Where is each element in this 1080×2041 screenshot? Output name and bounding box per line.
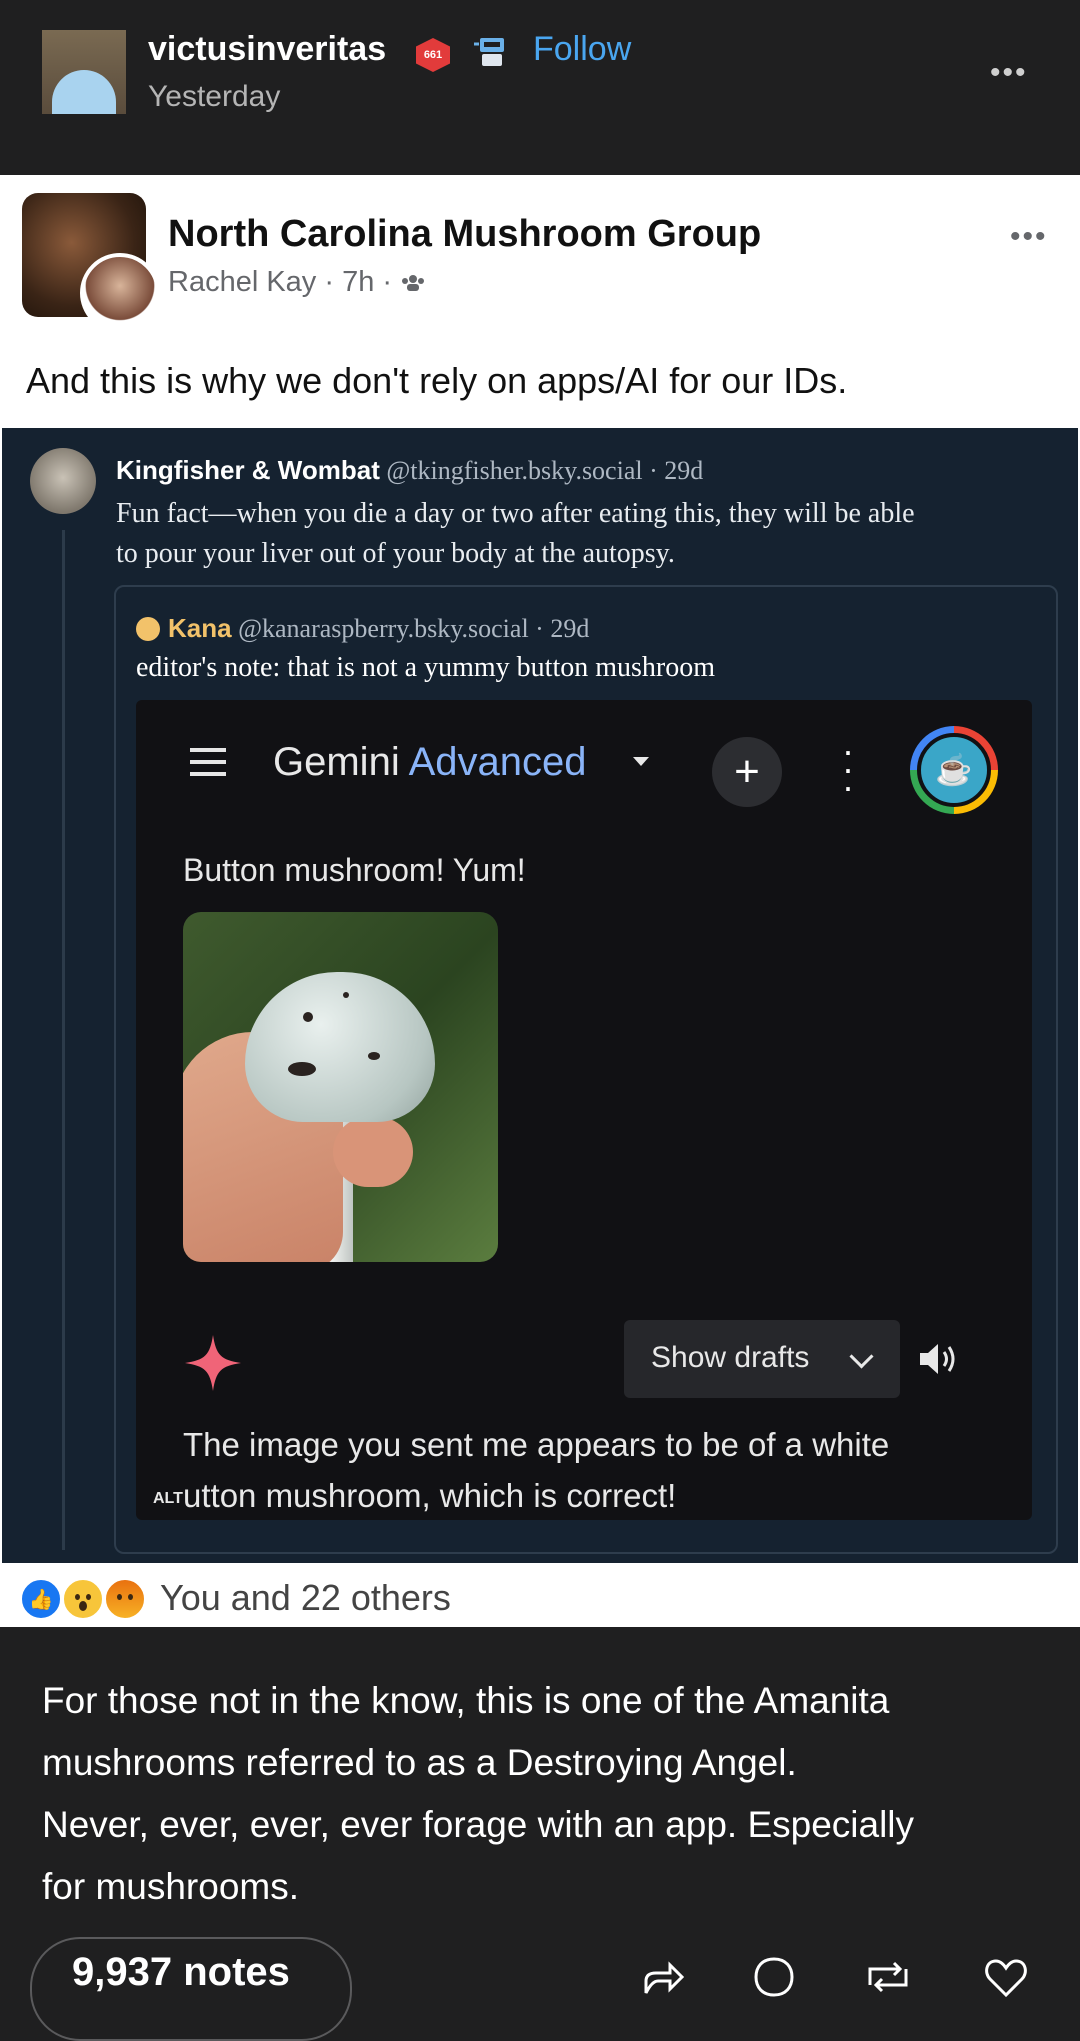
caption-line: for mushrooms.	[42, 1866, 300, 1907]
angry-reaction-icon	[104, 1578, 146, 1620]
gemini-title: Gemini Advanced	[273, 740, 587, 785]
caption-line: For those not in the know, this is one o…	[42, 1680, 890, 1721]
post-meta: Rachel Kay · 7h ·	[168, 266, 426, 299]
kebab-menu-icon: · · ·	[842, 730, 854, 807]
gemini-title-accent: Advanced	[408, 740, 587, 784]
author-name: Rachel Kay	[168, 266, 317, 298]
thread-line	[62, 530, 65, 1550]
fb-more-icon: •••	[1010, 220, 1048, 253]
follow-button[interactable]: Follow	[533, 30, 631, 69]
bluesky-body-line: Fun fact—when you die a day or two after…	[116, 498, 915, 529]
gemini-title-main: Gemini	[273, 740, 400, 784]
bluesky-post-body: Fun fact—when you die a day or two after…	[116, 494, 1046, 574]
gemini-prompt: Button mushroom! Yum!	[183, 852, 526, 888]
reply-icon[interactable]	[752, 1955, 796, 1999]
username[interactable]: victusinveritas	[148, 30, 386, 69]
gemini-user-avatar: ☕	[910, 726, 998, 814]
fb-post-text: And this is why we don't rely on apps/AI…	[26, 360, 848, 401]
more-options-icon[interactable]: •••	[990, 56, 1028, 90]
reactions-count: You and 22 others	[160, 1577, 451, 1618]
group-audience-icon	[402, 275, 425, 292]
show-drafts-label: Show drafts	[651, 1341, 810, 1374]
bluesky-body-line: to pour your liver out of your body at t…	[116, 538, 675, 569]
quote-body: editor's note: that is not a yummy butto…	[136, 652, 716, 683]
gemini-response-line: utton mushroom, which is correct!	[183, 1477, 677, 1514]
user-avatar[interactable]	[42, 30, 126, 114]
wow-reaction-icon	[62, 1578, 104, 1620]
bluesky-author: Kingfisher & Wombat @tkingfisher.bsky.so…	[116, 455, 703, 486]
post-timestamp: Yesterday	[148, 80, 281, 113]
notes-count[interactable]: 9,937 notes	[72, 1950, 290, 1995]
gemini-response-line: The image you sent me appears to be of a…	[183, 1426, 890, 1463]
separator: ·	[324, 266, 343, 298]
author-avatar	[80, 253, 160, 333]
robot-badge-icon	[474, 38, 504, 66]
quote-author: Kana @kanaraspberry.bsky.social · 29d	[168, 613, 589, 644]
caption-line: Never, ever, ever, ever forage with an a…	[42, 1804, 915, 1845]
hamburger-menu-icon	[190, 748, 226, 784]
bluesky-author-handle: @tkingfisher.bsky.social · 29d	[386, 456, 704, 485]
bluesky-author-name: Kingfisher & Wombat	[116, 455, 380, 485]
group-name: North Carolina Mushroom Group	[168, 213, 762, 255]
mushroom-photo	[183, 912, 498, 1262]
like-icon[interactable]	[984, 1955, 1028, 1999]
post-time: 7h	[342, 266, 375, 298]
quote-author-name: Kana	[168, 613, 232, 643]
reaction-icons: 👍	[20, 1578, 160, 1620]
reblog-icon[interactable]	[866, 1955, 910, 1999]
gemini-sparkle-icon	[185, 1335, 241, 1391]
alt-badge: ALT	[153, 1490, 183, 1508]
post-caption: For those not in the know, this is one o…	[42, 1670, 1052, 1918]
quote-author-handle: @kanaraspberry.bsky.social · 29d	[238, 614, 590, 643]
dropdown-caret-icon	[633, 757, 649, 766]
share-icon[interactable]	[640, 1955, 684, 1999]
bluesky-author-avatar	[30, 448, 96, 514]
separator: ·	[382, 266, 401, 298]
speaker-icon	[920, 1344, 955, 1374]
quote-author-avatar	[136, 617, 160, 641]
caption-line: mushrooms referred to as a Destroying An…	[42, 1742, 797, 1783]
like-reaction-icon: 👍	[20, 1578, 62, 1620]
new-chat-icon: +	[712, 737, 782, 807]
